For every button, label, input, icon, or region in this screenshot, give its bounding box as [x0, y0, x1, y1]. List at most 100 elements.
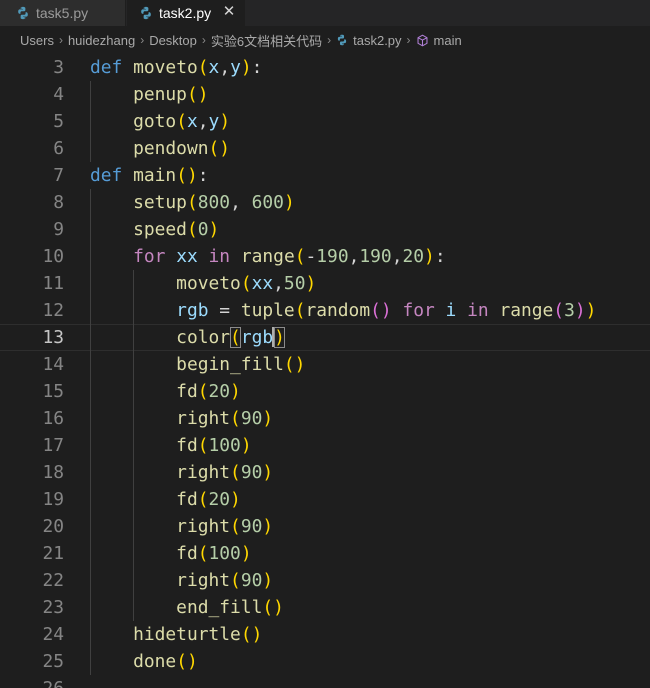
- code-token: (: [186, 192, 198, 213]
- code-token: ): [262, 570, 274, 591]
- code-token: (): [176, 651, 198, 672]
- code-line[interactable]: 9 speed(0): [0, 216, 650, 243]
- breadcrumb-label: huidezhang: [67, 32, 136, 48]
- code-token: color: [176, 327, 231, 348]
- code-line[interactable]: 18 right(90): [0, 459, 650, 486]
- code-line[interactable]: 5 goto(x,y): [0, 108, 650, 135]
- breadcrumb-item-file[interactable]: task2.py: [336, 33, 402, 48]
- code-token: def: [90, 165, 123, 186]
- code-text: setup(800, 600): [90, 189, 295, 216]
- code-token: ): [283, 192, 295, 213]
- code-editor[interactable]: 3 def moveto(x,y): 4 penup() 5 goto(x,y) 6 p…: [0, 54, 650, 688]
- code-line[interactable]: 15 fd(20): [0, 378, 650, 405]
- code-text: right(90): [90, 567, 273, 594]
- code-line[interactable]: 25 done(): [0, 648, 650, 675]
- code-token: fd: [176, 543, 198, 564]
- code-token: (: [197, 57, 209, 78]
- code-token: (: [230, 327, 241, 348]
- code-text: hideturtle(): [90, 621, 262, 648]
- code-token: (: [197, 435, 209, 456]
- breadcrumb-item-huidezhang[interactable]: huidezhang: [68, 33, 135, 48]
- code-token: 20: [402, 246, 425, 267]
- code-line[interactable]: 21 fd(100): [0, 540, 650, 567]
- tab-label: task2.py: [159, 5, 212, 21]
- code-text: begin_fill(): [90, 351, 305, 378]
- code-token: pendown: [133, 138, 209, 159]
- code-line[interactable]: 4 penup(): [0, 81, 650, 108]
- line-number: 8: [53, 192, 64, 213]
- code-token: main: [133, 165, 177, 186]
- code-token: ): [208, 219, 220, 240]
- code-line[interactable]: 23 end_fill(): [0, 594, 650, 621]
- code-line[interactable]: 10 for xx in range(-190,190,20):: [0, 243, 650, 270]
- code-line[interactable]: 22 right(90): [0, 567, 650, 594]
- code-token: (: [553, 300, 565, 321]
- code-line[interactable]: 7 def main():: [0, 162, 650, 189]
- code-line[interactable]: 8 setup(800, 600): [0, 189, 650, 216]
- code-line[interactable]: 17 fd(100): [0, 432, 650, 459]
- tab-task5[interactable]: task5.py: [0, 0, 126, 26]
- code-token: goto: [133, 111, 177, 132]
- code-token: 190: [359, 246, 392, 267]
- code-line[interactable]: 20 right(90): [0, 513, 650, 540]
- code-token: 50: [283, 273, 306, 294]
- code-token: ): [240, 57, 252, 78]
- breadcrumb-item-users[interactable]: Users: [20, 33, 54, 48]
- code-line[interactable]: 6 pendown(): [0, 135, 650, 162]
- code-token: ,: [219, 57, 231, 78]
- code-text: end_fill(): [90, 594, 284, 621]
- code-line[interactable]: 14 begin_fill(): [0, 351, 650, 378]
- code-token: for: [133, 246, 166, 267]
- code-line[interactable]: 26: [0, 675, 650, 688]
- code-token: setup: [133, 192, 187, 213]
- breadcrumb-item-folder[interactable]: 实验6文档相关代码: [211, 31, 322, 50]
- code-token: begin_fill: [176, 354, 284, 375]
- code-token: ): [262, 462, 274, 483]
- symbol-method-icon: [417, 34, 428, 46]
- code-line[interactable]: 13 color(rgb): [0, 324, 650, 351]
- code-token: fd: [176, 435, 198, 456]
- chevron-right-icon: ›: [140, 33, 145, 47]
- code-token: right: [176, 462, 231, 483]
- indent-guide: [90, 81, 91, 162]
- code-line[interactable]: 3 def moveto(x,y):: [0, 54, 650, 81]
- code-token: 90: [240, 570, 263, 591]
- code-text: def main():: [90, 162, 209, 189]
- code-text: for xx in range(-190,190,20):: [90, 243, 446, 270]
- code-line[interactable]: 19 fd(20): [0, 486, 650, 513]
- breadcrumb-item-symbol[interactable]: main: [416, 33, 462, 48]
- code-text: fd(100): [90, 540, 251, 567]
- tab-task2[interactable]: task2.py ✕: [127, 0, 245, 26]
- code-token: def: [90, 57, 123, 78]
- code-token: done: [133, 651, 177, 672]
- code-token: moveto: [176, 273, 241, 294]
- code-token: rgb: [240, 327, 274, 348]
- code-line[interactable]: 11 moveto(xx,50): [0, 270, 650, 297]
- code-text: pendown(): [90, 135, 230, 162]
- code-token: ): [305, 273, 317, 294]
- breadcrumb-item-desktop[interactable]: Desktop: [149, 33, 197, 48]
- line-number: 9: [53, 219, 64, 240]
- code-line[interactable]: 16 right(90): [0, 405, 650, 432]
- code-token: -: [305, 246, 317, 267]
- close-icon[interactable]: ✕: [221, 4, 237, 20]
- chevron-right-icon: ›: [406, 33, 411, 47]
- line-number: 25: [42, 651, 64, 672]
- line-number: 18: [42, 462, 64, 483]
- code-line[interactable]: 12 rgb = tuple(random() for i in range(3…: [0, 297, 650, 324]
- code-token: (: [197, 543, 209, 564]
- code-token: end_fill: [176, 597, 263, 618]
- code-text: def moveto(x,y):: [90, 54, 262, 81]
- code-line[interactable]: 24 hideturtle(): [0, 621, 650, 648]
- code-token: ): [574, 300, 586, 321]
